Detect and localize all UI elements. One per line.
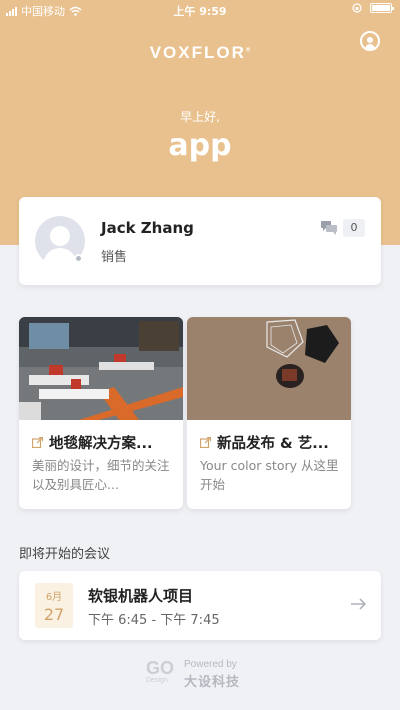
status-bar: 中国移动 上午 9:59 (0, 0, 400, 20)
go-design-sub: Design (146, 677, 168, 684)
footer-brand: GO Design Powered by 大设科技 (0, 658, 400, 690)
logo-text: VOXFLOR (149, 43, 246, 62)
news-head: 新品发布 & 艺... (200, 432, 345, 453)
app-title: app (168, 128, 232, 163)
user-role: 销售 (101, 250, 128, 265)
meeting-day: 27 (43, 605, 65, 624)
external-link-icon (200, 437, 211, 448)
brand-name: 大设科技 (184, 675, 241, 690)
greeting-text: 早上好, (180, 110, 220, 124)
meetings-section-title: 即将开始的会议 (19, 547, 111, 562)
news-description: 美丽的设计，细节的关注以及别具匠心... (32, 458, 170, 492)
logo-registered-mark: ® (245, 47, 251, 54)
meeting-month: 6月 (45, 592, 63, 603)
status-right (352, 3, 394, 13)
news-card-launch[interactable]: 新品发布 & 艺... Your color story 从这里开始 (187, 317, 351, 509)
meeting-time: 下午 6:45 - 下午 7:45 (88, 613, 220, 628)
news-head: 地毯解决方案... (32, 432, 177, 453)
presence-dot (74, 254, 83, 263)
news-title: 地毯解决方案... (49, 436, 153, 452)
external-link-icon (32, 437, 43, 448)
go-design-logo: GO (146, 658, 175, 678)
status-time: 上午 9:59 (173, 5, 227, 18)
battery-icon (370, 3, 394, 13)
carpet-photo (187, 317, 351, 420)
meeting-title: 软银机器人项目 (88, 587, 194, 605)
arrow-right-icon[interactable] (351, 598, 367, 610)
user-card[interactable]: Jack Zhang 销售 0 (19, 197, 381, 285)
orientation-lock-icon (352, 3, 362, 13)
user-name: Jack Zhang (101, 219, 194, 237)
office-photo (19, 317, 183, 420)
news-description: Your color story 从这里开始 (200, 458, 339, 492)
chat-bubbles-icon[interactable] (321, 221, 337, 235)
message-count-badge[interactable]: 0 (343, 219, 365, 237)
news-title: 新品发布 & 艺... (217, 436, 329, 452)
powered-by-label: Powered by (184, 659, 237, 670)
meeting-card[interactable]: 6月 27 软银机器人项目 下午 6:45 - 下午 7:45 (19, 571, 381, 640)
news-card-carpet[interactable]: 地毯解决方案... 美丽的设计，细节的关注以及别具匠心... (19, 317, 183, 509)
meeting-date: 6月 27 (35, 583, 73, 628)
brand-logo: VOXFLOR® (0, 43, 400, 63)
user-circle-icon[interactable] (360, 31, 380, 51)
